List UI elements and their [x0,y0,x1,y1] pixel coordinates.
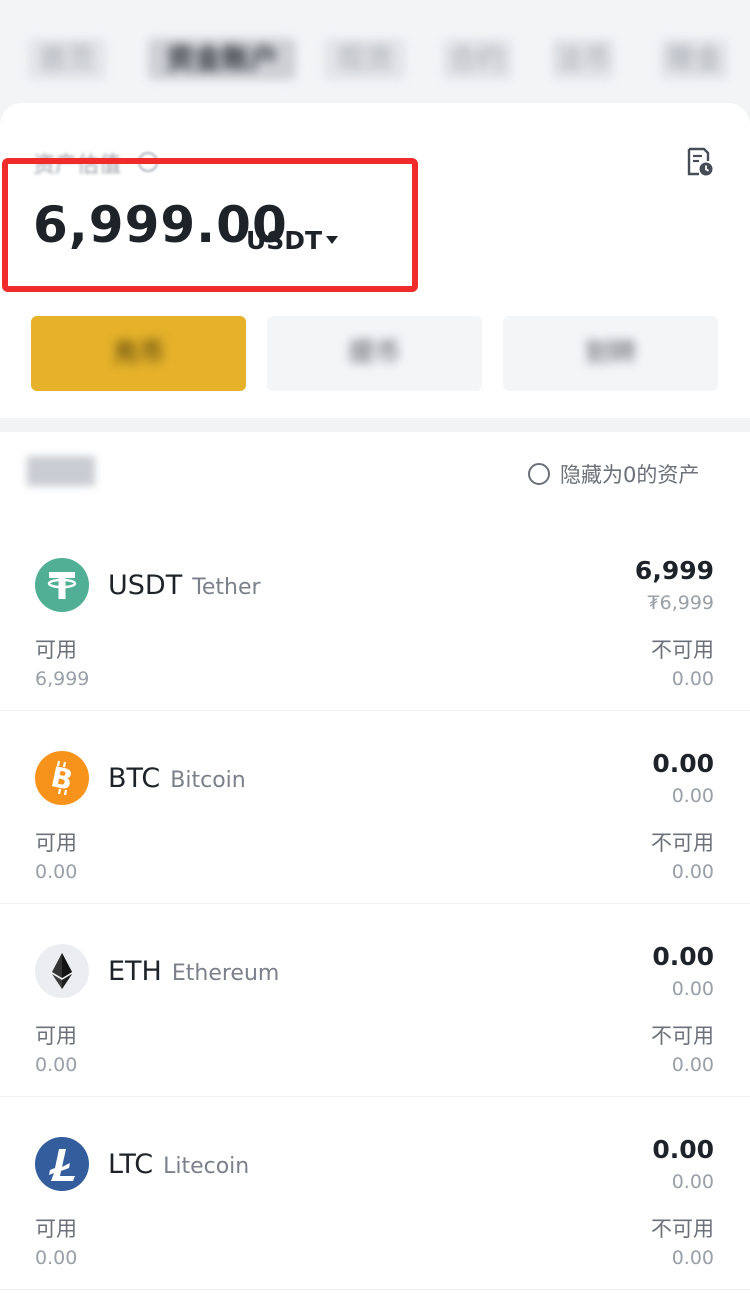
asset-total: 0.00 [652,942,714,971]
asset-name: Bitcoin [170,768,246,793]
asset-row-btc[interactable]: B BTC Bitcoin 0.00 0.00 可用 0.00 不可用 0.00 [0,711,750,904]
available-value: 0.00 [35,1247,78,1269]
withdraw-button[interactable]: 提币 [267,316,482,391]
asset-row-usdt[interactable]: USDT Tether 6,999 ₮6,999 可用 6,999 不可用 0.0… [0,518,750,711]
asset-symbol: USDT Tether [108,570,261,601]
radio-icon[interactable] [528,463,550,485]
asset-total: 0.00 [652,1135,714,1164]
deposit-button[interactable]: 充币 [31,316,246,391]
tab-bonus[interactable]: 赠金 [660,38,728,80]
asset-symbol: ETH Ethereum [108,956,280,987]
bitcoin-icon: B [35,751,89,805]
unavailable-value: 0.00 [671,1247,714,1269]
asset-list: 资产 隐藏为0的资产 USDTTether 6,999 ₮6,999 可用 6,… [0,432,750,1294]
unavailable-label: 不可用 [651,831,714,855]
available-label: 可用 [35,638,77,662]
asset-list-title: 资产 [27,456,95,486]
transfer-button-label: 划转 [584,338,637,368]
tab-funding-account[interactable]: 资金账户 [148,38,296,80]
asset-row-eth[interactable]: ETH Ethereum 0.00 0.00 可用 0.00 不可用 0.00 [0,904,750,1097]
asset-total: 6,999 [634,556,714,585]
asset-row-ltc[interactable]: LTC Litecoin 0.00 0.00 可用 0.00 不可用 0.00 [0,1097,750,1290]
withdraw-button-label: 提币 [348,338,401,368]
caret-down-icon[interactable] [326,236,338,244]
unavailable-label: 不可用 [651,638,714,662]
litecoin-icon [35,1137,89,1191]
hide-zero-assets-toggle[interactable]: 隐藏为0的资产 [528,460,699,488]
asset-summary-card: 资产估值 6,999.00 USDT 充币 提币 划转 [0,103,750,418]
available-value: 6,999 [35,668,90,690]
unavailable-label: 不可用 [651,1024,714,1048]
asset-symbol: BTC Bitcoin [108,763,246,794]
tab-fiat[interactable]: 法币 [552,38,614,80]
asset-fiat-value: ₮6,999 [647,592,714,614]
valuation-unit-select[interactable]: USDT [246,226,322,255]
available-value: 0.00 [35,861,78,883]
available-label: 可用 [35,831,77,855]
hide-zero-assets-label: 隐藏为0的资产 [560,463,700,487]
unavailable-value: 0.00 [671,861,714,883]
tab-contract[interactable]: 合约 [442,38,512,80]
tab-spot[interactable]: 现货 [324,38,406,80]
deposit-button-label: 充币 [112,338,165,368]
top-nav: 首页 资金账户 现货 合约 法币 赠金 [0,0,750,105]
history-record-icon[interactable] [686,147,714,177]
asset-name: Ethereum [171,961,280,986]
tab-home[interactable]: 首页 [28,38,106,80]
asset-name: Tether [192,575,261,600]
available-label: 可用 [35,1217,77,1241]
tether-icon [35,558,89,612]
asset-symbol: LTC Litecoin [108,1149,250,1180]
unavailable-value: 0.00 [671,1054,714,1076]
transfer-button[interactable]: 划转 [503,316,718,391]
unavailable-label: 不可用 [651,1217,714,1241]
unavailable-value: 0.00 [671,668,714,690]
ethereum-icon [35,944,89,998]
asset-fiat-value: 0.00 [671,978,714,1000]
asset-total: 0.00 [652,749,714,778]
available-label: 可用 [35,1024,77,1048]
asset-fiat-value: 0.00 [671,1171,714,1193]
asset-name: Litecoin [163,1154,250,1179]
available-value: 0.00 [35,1054,78,1076]
asset-fiat-value: 0.00 [671,785,714,807]
